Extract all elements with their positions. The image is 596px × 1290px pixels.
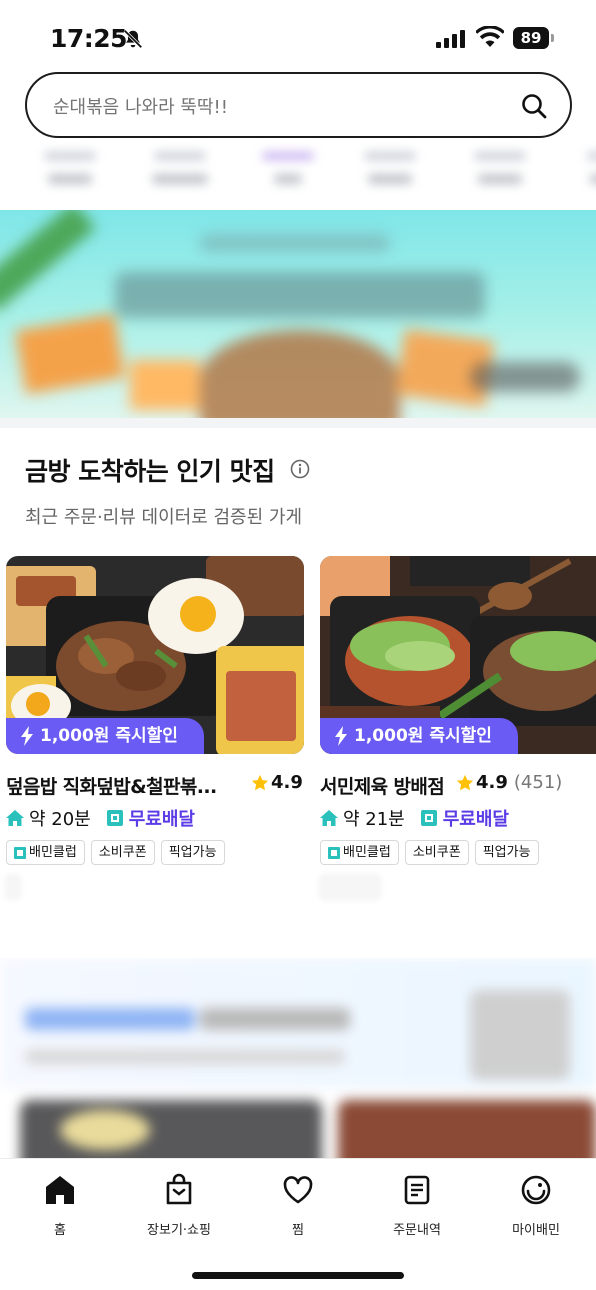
- restaurant-photo[interactable]: 1,000원 즉시할인: [320, 556, 596, 754]
- house-icon: [6, 810, 24, 826]
- delivery-info: 약 20분 무료배달: [6, 805, 195, 831]
- tag-blurred: [6, 875, 20, 899]
- restaurant-rating: 4.9: [251, 772, 303, 793]
- restaurant-name[interactable]: 덮음밥 직화덮밥&철판볶...: [6, 772, 246, 799]
- tag-list: 배민클럽 소비쿠폰 픽업가능: [6, 840, 225, 865]
- bell-off-icon: [123, 29, 143, 49]
- tab-label: 찜: [292, 1223, 304, 1238]
- promo-banner[interactable]: [0, 210, 596, 418]
- category-item[interactable]: [360, 152, 420, 196]
- tag-pickup: 픽업가능: [160, 840, 225, 865]
- smile-icon: [521, 1175, 551, 1205]
- discount-badge: 1,000원 즉시할인: [320, 718, 518, 754]
- lightning-icon: [21, 726, 33, 746]
- tab-orders[interactable]: 주문내역: [367, 1173, 467, 1238]
- discount-badge: 1,000원 즉시할인: [6, 718, 204, 754]
- restaurant-rating: 4.9 (451): [456, 772, 562, 793]
- category-item[interactable]: [572, 152, 596, 196]
- battery-icon: 89: [513, 27, 555, 49]
- star-icon: [251, 774, 269, 790]
- tag-coupon: 소비쿠폰: [404, 840, 469, 865]
- tab-label: 마이배민: [512, 1223, 560, 1238]
- heart-icon: [283, 1176, 313, 1204]
- restaurant-photo[interactable]: 1,000원 즉시할인: [6, 556, 304, 754]
- free-delivery-text: 무료배달: [442, 809, 509, 830]
- baemin-club-icon: [106, 810, 123, 826]
- rating-value: 4.9: [476, 772, 508, 793]
- tag-blurred: [320, 875, 380, 899]
- discount-text: 1,000원 즉시할인: [40, 726, 178, 746]
- restaurant-card[interactable]: 1,000원 즉시할인: [6, 556, 304, 754]
- tab-label: 주문내역: [393, 1223, 441, 1238]
- category-item[interactable]: [470, 152, 530, 196]
- wifi-icon: [476, 26, 504, 47]
- tag-baemin-club: 배민클럽: [6, 840, 85, 865]
- status-time: 17:25: [50, 24, 128, 53]
- search-bar[interactable]: [25, 72, 572, 138]
- status-bar: 17:25 89: [0, 0, 596, 72]
- tab-shopping[interactable]: 장보기·쇼핑: [129, 1173, 229, 1238]
- baemin-club-icon: [328, 846, 340, 859]
- shopping-bag-icon: [166, 1173, 192, 1205]
- rating-value: 4.9: [271, 772, 303, 793]
- delivery-info: 약 21분 무료배달: [320, 805, 509, 831]
- eta-text: 약 20분: [29, 809, 91, 830]
- signal-icon: [436, 30, 465, 48]
- category-item[interactable]: [40, 152, 100, 196]
- tab-label: 홈: [54, 1223, 66, 1238]
- search-input[interactable]: [53, 94, 513, 120]
- category-strip[interactable]: [0, 148, 596, 206]
- restaurant-name[interactable]: 서민제육 방배점: [320, 772, 456, 799]
- receipt-icon: [404, 1175, 430, 1205]
- search-icon[interactable]: [520, 92, 548, 120]
- info-icon[interactable]: [290, 459, 310, 479]
- eta-text: 약 21분: [343, 809, 405, 830]
- tag-label: 배민클럽: [343, 845, 391, 860]
- tag-list: 배민클럽 소비쿠폰 픽업가능: [320, 840, 539, 865]
- section-title: 금방 도착하는 인기 맛집: [25, 457, 275, 486]
- baemin-club-icon: [14, 846, 26, 859]
- review-count: (451): [513, 772, 563, 793]
- tag-baemin-club: 배민클럽: [320, 840, 399, 865]
- free-delivery-text: 무료배달: [128, 809, 195, 830]
- home-icon: [46, 1176, 74, 1204]
- lightning-icon: [335, 726, 347, 746]
- section-subtitle: 최근 주문·리뷰 데이터로 검증된 가게: [25, 507, 303, 528]
- house-icon: [320, 810, 338, 826]
- tag-label: 배민클럽: [29, 845, 77, 860]
- category-item[interactable]: [258, 152, 318, 196]
- tab-favorites[interactable]: 찜: [248, 1173, 348, 1238]
- restaurant-card[interactable]: 1,000원 즉시할인: [320, 556, 596, 754]
- battery-level: 89: [513, 27, 549, 49]
- tag-coupon: 소비쿠폰: [90, 840, 155, 865]
- discount-text: 1,000원 즉시할인: [354, 726, 492, 746]
- tab-my-baemin[interactable]: 마이배민: [486, 1173, 586, 1238]
- home-indicator[interactable]: [192, 1272, 404, 1279]
- star-icon: [456, 774, 474, 790]
- baemin-club-icon: [420, 810, 437, 826]
- tab-home[interactable]: 홈: [10, 1173, 110, 1238]
- section-divider: [0, 418, 596, 428]
- category-item[interactable]: [150, 152, 210, 196]
- bottom-tab-bar: 홈 장보기·쇼핑 찜 주문내역 마이배민: [0, 1158, 596, 1290]
- lower-section[interactable]: [0, 958, 596, 1168]
- tag-pickup: 픽업가능: [474, 840, 539, 865]
- tab-label: 장보기·쇼핑: [147, 1223, 211, 1238]
